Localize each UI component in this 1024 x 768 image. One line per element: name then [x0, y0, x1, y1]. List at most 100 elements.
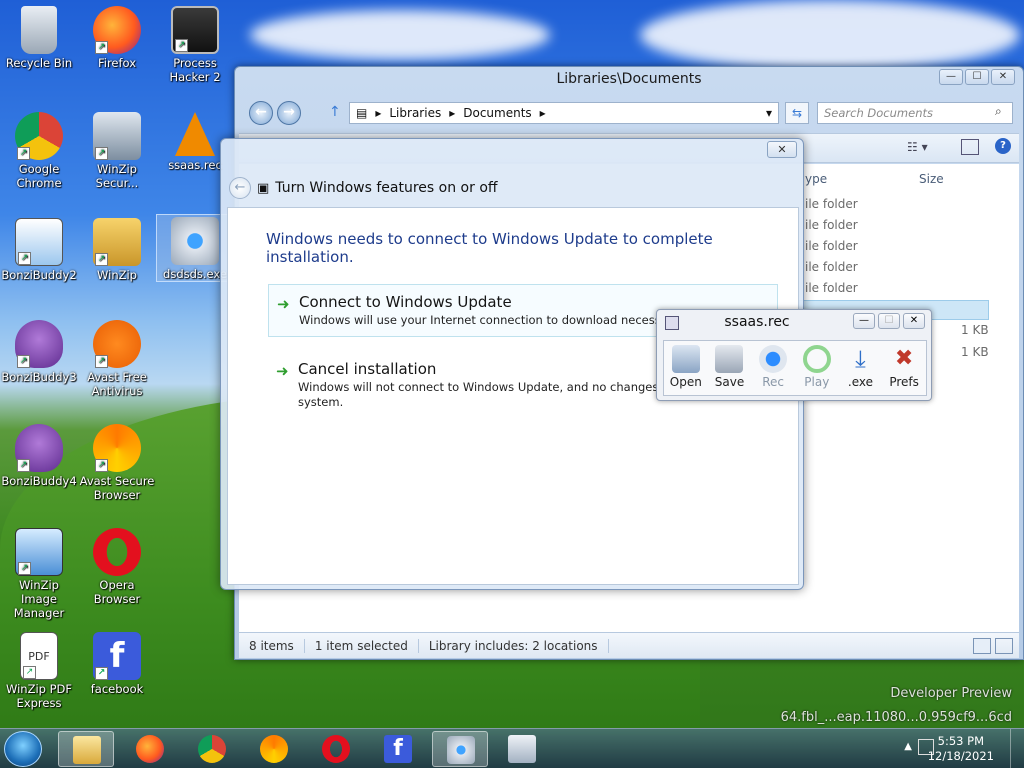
- exe-button[interactable]: ⤓ .exe: [840, 345, 880, 395]
- desktop-icon-winzip-pdf[interactable]: PDF ↗ WinZip PDF Express: [0, 632, 78, 710]
- desktop-icon-label: WinZip: [97, 268, 137, 282]
- forward-arrow-icon[interactable]: →: [277, 101, 301, 125]
- recorder-window[interactable]: ssaas.rec — ☐ ✕ Open Save Rec Play ⤓ .ex…: [656, 309, 932, 401]
- address-bar[interactable]: ▤ ▸ Libraries ▸ Documents ▸ ▾: [349, 102, 779, 124]
- save-button[interactable]: Save: [709, 345, 749, 395]
- desktop-icon-opera[interactable]: Opera Browser: [78, 528, 156, 606]
- recorder-toolbar: Open Save Rec Play ⤓ .exe ✖ Prefs: [663, 340, 927, 396]
- desktop-icon-bonzibuddy2[interactable]: ↗ BonziBuddy2: [0, 218, 78, 282]
- play-button[interactable]: Play: [797, 345, 837, 395]
- breadcrumb-documents[interactable]: Documents: [463, 106, 531, 120]
- tool-label: Rec: [762, 375, 785, 389]
- desktop-icon-label: Process Hacker 2: [169, 56, 221, 84]
- minimize-button[interactable]: —: [939, 69, 963, 85]
- table-row-type[interactable]: ile folder: [805, 257, 858, 278]
- table-row-size[interactable]: 1 KB: [961, 342, 989, 363]
- open-button[interactable]: Open: [666, 345, 706, 395]
- build-watermark-line1: Developer Preview: [890, 686, 1012, 701]
- view-options-icon[interactable]: ☷ ▾: [907, 140, 928, 154]
- close-button[interactable]: ✕: [991, 69, 1015, 85]
- tool-label: Prefs: [889, 375, 919, 389]
- tool-label: Save: [714, 375, 745, 389]
- taskbar-chrome[interactable]: [184, 731, 240, 767]
- desktop-icon-bonzibuddy3[interactable]: ↗ BonziBuddy3: [0, 320, 78, 384]
- tools-icon: ✖: [894, 346, 914, 371]
- firefox-icon: [136, 735, 164, 763]
- opera-icon: [93, 528, 141, 576]
- table-row-type[interactable]: ile folder: [805, 236, 858, 257]
- minimize-button[interactable]: —: [853, 313, 875, 329]
- desktop-icon-label: Recycle Bin: [5, 56, 73, 70]
- back-arrow-icon[interactable]: ←: [249, 101, 273, 125]
- desktop-icon-avast-browser[interactable]: ↗ Avast Secure Browser: [78, 424, 156, 502]
- table-row-type[interactable]: ile folder: [805, 278, 858, 299]
- desktop-icon-label: Firefox: [97, 56, 137, 70]
- desktop-icon-winzip-secure[interactable]: ↗ WinZip Secur...: [78, 112, 156, 190]
- rec-button[interactable]: Rec: [753, 345, 793, 395]
- maximize-button[interactable]: ☐: [965, 69, 989, 85]
- column-header-size[interactable]: Size: [919, 168, 944, 190]
- tool-label: .exe: [847, 375, 873, 389]
- desktop-icon-label: Google Chrome: [16, 162, 62, 190]
- desktop-icon-process-hacker[interactable]: ↗ Process Hacker 2: [156, 6, 234, 84]
- taskbar-clock[interactable]: 5:53 PM 12/18/2021: [928, 734, 994, 764]
- taskbar-opera[interactable]: [308, 731, 364, 767]
- show-hidden-icons-icon[interactable]: ▲: [904, 741, 912, 752]
- desktop-icon-winzip[interactable]: ↗ WinZip: [78, 218, 156, 282]
- details-view-icon[interactable]: [973, 637, 991, 654]
- desktop-icon-firefox[interactable]: ↗ Firefox: [78, 6, 156, 70]
- help-icon[interactable]: ?: [995, 138, 1011, 154]
- tool-label: Play: [804, 375, 830, 389]
- cloud: [250, 10, 550, 60]
- preview-pane-icon[interactable]: [961, 139, 979, 155]
- bonzibuddy-setup-icon: ↗: [15, 218, 63, 266]
- chevron-down-icon[interactable]: ▾: [766, 106, 772, 120]
- taskbar-avast-browser[interactable]: [246, 731, 302, 767]
- back-arrow-icon[interactable]: ←: [229, 177, 251, 199]
- taskbar-facebook[interactable]: f: [370, 731, 426, 767]
- search-icon: ⌕: [995, 104, 1002, 118]
- start-button-windows-icon[interactable]: [4, 731, 42, 767]
- explorer-title: Libraries\Documents: [556, 71, 702, 87]
- chrome-icon: [198, 735, 226, 763]
- table-row-type[interactable]: ile folder: [805, 215, 858, 236]
- search-input[interactable]: Search Documents: [817, 102, 1013, 124]
- desktop-icon-recycle-bin[interactable]: Recycle Bin: [0, 6, 78, 70]
- avast-secure-browser-icon: ↗: [93, 424, 141, 472]
- taskbar-features[interactable]: [494, 731, 550, 767]
- close-button[interactable]: ✕: [903, 313, 925, 329]
- desktop-icon-label: Avast Secure Browser: [79, 474, 155, 502]
- table-row-type[interactable]: ile folder: [805, 194, 858, 215]
- firefox-icon: ↗: [93, 6, 141, 54]
- large-icons-view-icon[interactable]: [995, 637, 1013, 654]
- taskbar-explorer[interactable]: [58, 731, 114, 767]
- bonzi-purple-gorilla-icon: ↗: [15, 320, 63, 368]
- desktop-icon-chrome[interactable]: ↗ Google Chrome: [0, 112, 78, 190]
- desktop-icon-facebook[interactable]: f ↗ facebook: [78, 632, 156, 696]
- status-item-count: 8 items: [239, 638, 305, 653]
- up-arrow-icon[interactable]: ↑: [329, 104, 341, 120]
- avast-icon: ↗: [93, 320, 141, 368]
- dialog-message: Windows needs to connect to Windows Upda…: [266, 230, 713, 266]
- recorder-title: ssaas.rec: [724, 314, 790, 330]
- open-icon: [671, 345, 700, 373]
- winzip-image-icon: ↗: [15, 528, 63, 576]
- desktop-icon-avast-free[interactable]: ↗ Avast Free Antivirus: [78, 320, 156, 398]
- vlc-cone-icon: [175, 112, 215, 156]
- show-desktop-button[interactable]: [1010, 729, 1024, 768]
- refresh-icon[interactable]: ⇆: [785, 102, 809, 124]
- desktop-icon-label: WinZip PDF Express: [5, 682, 73, 710]
- desktop-icon-bonzibuddy4[interactable]: ↗ BonziBuddy4: [0, 424, 78, 488]
- prefs-button[interactable]: ✖ Prefs: [884, 345, 924, 395]
- desktop-icon-winzip-image[interactable]: ↗ WinZip Image Manager: [0, 528, 78, 620]
- save-icon: [715, 345, 744, 373]
- status-selected: 1 item selected: [305, 638, 419, 653]
- maximize-button[interactable]: ☐: [878, 313, 900, 329]
- breadcrumb-libraries[interactable]: Libraries: [389, 106, 441, 120]
- column-header-type[interactable]: ype: [805, 168, 827, 190]
- opera-icon: [322, 735, 350, 763]
- taskbar-firefox[interactable]: [122, 731, 178, 767]
- dialog-close-button[interactable]: ✕: [767, 141, 797, 158]
- taskbar-recorder[interactable]: [432, 731, 488, 767]
- table-row-size[interactable]: 1 KB: [961, 320, 989, 341]
